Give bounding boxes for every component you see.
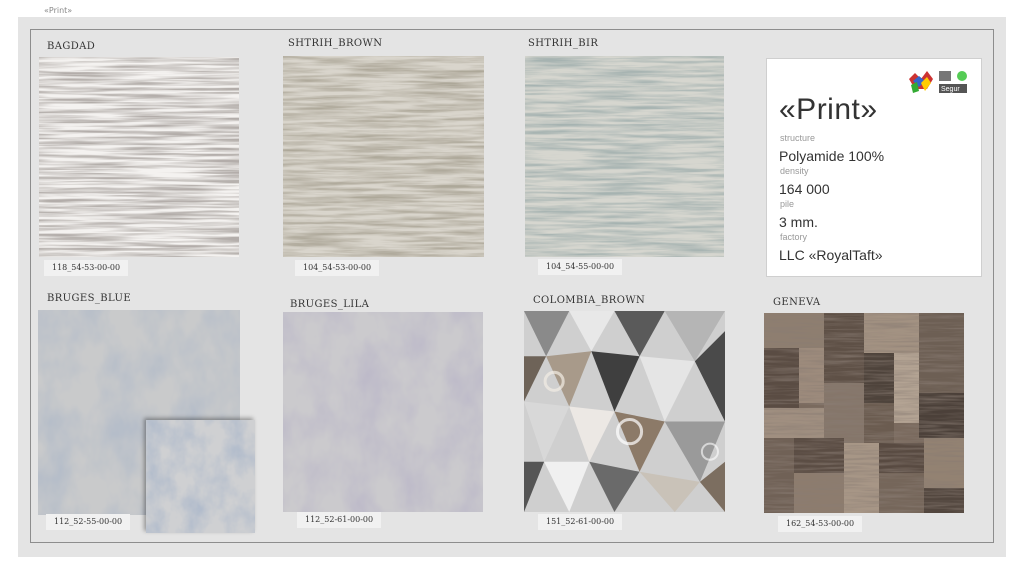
pile-value: 3 mm.	[779, 214, 818, 230]
rug-code-shtrih-brown: 104_54-53-00-00	[295, 260, 380, 276]
collection-info-card: Segur «Print» structure Polyamide 100% d…	[766, 58, 982, 277]
rug-name-bruges-blue: BRUGES_BLUE	[47, 293, 132, 304]
structure-label: structure	[780, 133, 816, 143]
rug-corner-sample-bruges-blue	[146, 420, 255, 533]
factory-label: factory	[780, 232, 808, 242]
rug-code-bagdad: 118_54-53-00-00	[44, 260, 129, 276]
rug-name-bruges-lila: BRUGES_LILA	[290, 299, 370, 310]
rug-swatch-shtrih-bir	[525, 56, 724, 257]
rug-swatch-colombia-brown	[524, 311, 725, 512]
rug-name-shtrih-bir: SHTRIH_BIR	[528, 38, 599, 49]
structure-value: Polyamide 100%	[779, 148, 885, 164]
rug-name-bagdad: BAGDAD	[47, 41, 96, 52]
catalog-slide: BAGDAD 118_54-53-00-00 SHTRIH_BROWN 104_…	[18, 17, 1006, 557]
rug-code-shtrih-bir: 104_54-55-00-00	[538, 259, 623, 275]
rug-code-bruges-blue: 112_52-55-00-00	[46, 514, 131, 530]
rug-swatch-bruges-lila	[283, 312, 483, 512]
rug-swatch-bagdad	[39, 57, 239, 257]
svg-text:Segur: Segur	[941, 86, 960, 93]
rug-name-colombia-brown: COLOMBIA_BROWN	[533, 295, 646, 306]
rug-code-bruges-lila: 112_52-61-00-00	[297, 512, 382, 528]
rug-name-shtrih-brown: SHTRIH_BROWN	[288, 38, 383, 49]
rug-code-colombia-brown: 151_52-61-00-00	[538, 514, 623, 530]
collection-title: «Print»	[779, 93, 878, 126]
density-value: 164 000	[779, 181, 830, 197]
brand-logo: Segur	[907, 67, 971, 99]
rug-code-geneva: 162_54-53-00-00	[778, 516, 863, 532]
factory-value: LLC «RoyalTaft»	[779, 247, 883, 263]
density-label: density	[780, 166, 809, 176]
rug-swatch-geneva	[764, 313, 964, 513]
page-label: «Print»	[44, 6, 73, 15]
pile-label: pile	[780, 199, 795, 209]
rug-swatch-shtrih-brown	[283, 56, 484, 257]
rug-name-geneva: GENEVA	[773, 297, 821, 308]
